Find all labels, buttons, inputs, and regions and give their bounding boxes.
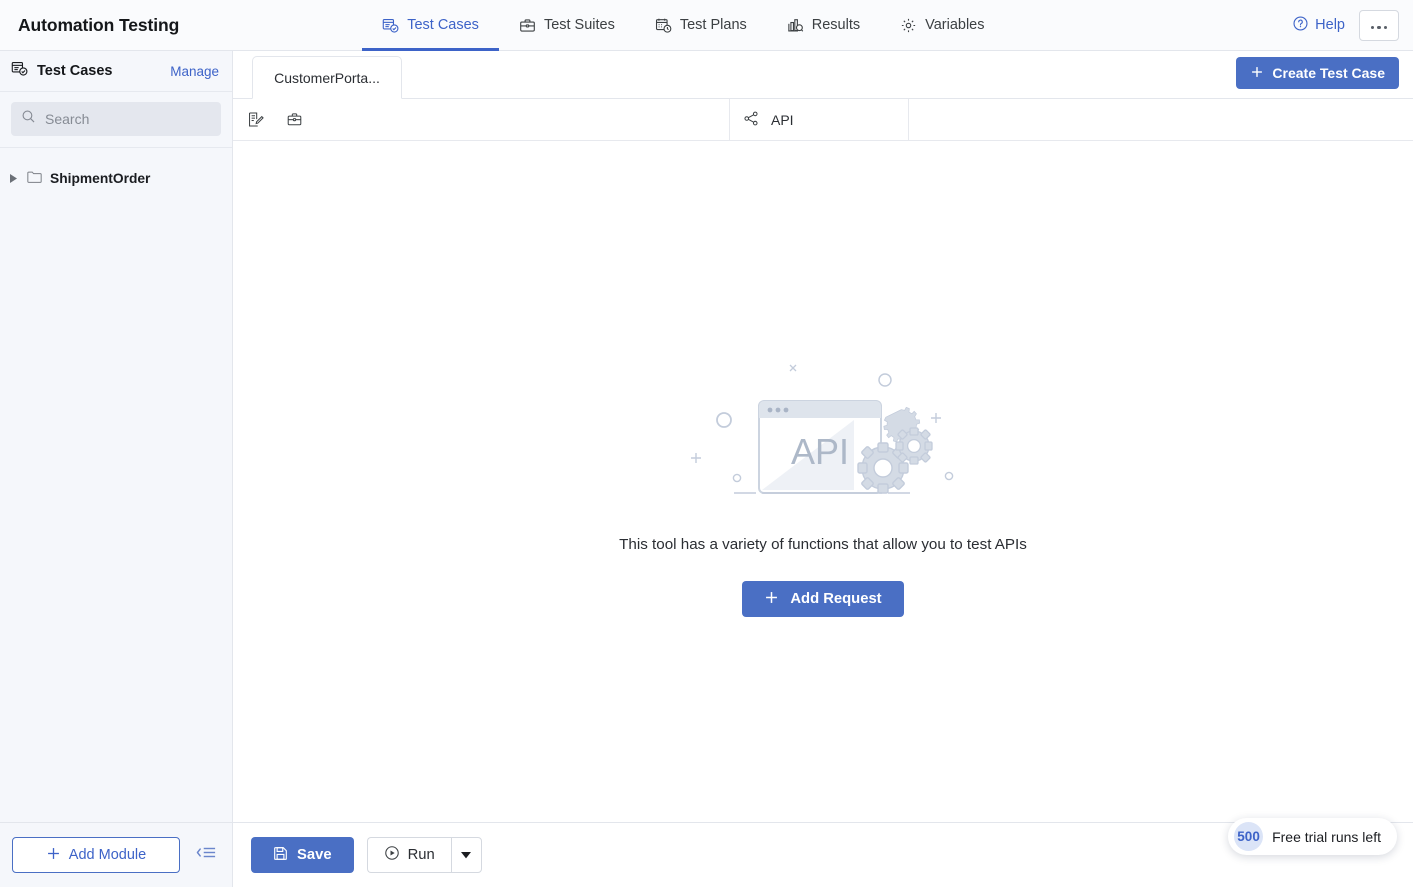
sidebar-footer: Add Module <box>0 822 232 887</box>
create-test-case-label: Create Test Case <box>1272 65 1385 81</box>
create-test-case-button[interactable]: Create Test Case <box>1236 57 1399 89</box>
main-navigation: Test Cases Test Suites Test Plans Result… <box>362 0 1004 51</box>
share-nodes-icon <box>743 110 760 130</box>
help-label: Help <box>1315 17 1345 33</box>
tab-variables[interactable]: Variables <box>880 0 1004 51</box>
content-area: API This tool has a variety of functions… <box>233 141 1413 822</box>
add-request-label: Add Request <box>790 591 882 607</box>
app-window: Automation Testing Test Cases Test Suite… <box>0 0 1413 887</box>
sub-toolbar-icon-group <box>233 99 730 140</box>
bar-chart-search-icon <box>787 17 804 34</box>
tree-item-shipmentorder[interactable]: ShipmentOrder <box>0 166 232 191</box>
sub-toolbar-spacer <box>909 99 1413 140</box>
collapse-sidebar-button[interactable] <box>192 840 220 870</box>
api-section-tab[interactable]: API <box>730 99 909 140</box>
sub-toolbar: API <box>233 99 1413 141</box>
tab-label: Results <box>811 17 861 33</box>
tab-test-plans[interactable]: Test Plans <box>635 0 767 51</box>
help-button[interactable]: Help <box>1292 15 1345 36</box>
plus-icon <box>46 846 61 865</box>
empty-state-message: This tool has a variety of functions tha… <box>619 536 1027 553</box>
bottom-bar: Save Run 500 Free trial runs left <box>233 818 1413 887</box>
tab-test-suites[interactable]: Test Suites <box>499 0 635 51</box>
add-module-button[interactable]: Add Module <box>12 837 180 873</box>
question-circle-icon <box>1292 15 1309 36</box>
document-tab-label: CustomerPorta... <box>274 69 380 86</box>
top-bar-actions: Help <box>1292 9 1413 41</box>
gear-icon <box>900 17 917 34</box>
manage-link[interactable]: Manage <box>170 64 219 79</box>
free-trial-badge[interactable]: 500 Free trial runs left <box>1228 818 1397 855</box>
tree-item-label: ShipmentOrder <box>50 171 151 186</box>
calendar-clock-icon <box>655 17 672 34</box>
save-label: Save <box>297 847 332 863</box>
collapse-panel-icon <box>196 844 216 866</box>
run-label: Run <box>407 847 435 863</box>
floppy-disk-icon <box>273 846 288 865</box>
svg-text:API: API <box>791 431 849 472</box>
run-button[interactable]: Run <box>366 837 451 873</box>
plus-icon <box>1250 65 1264 82</box>
edit-document-icon[interactable] <box>247 111 264 128</box>
tab-label: Variables <box>925 17 985 33</box>
caret-right-icon[interactable] <box>8 174 19 183</box>
sidebar-title: Test Cases <box>37 63 113 79</box>
search-input[interactable] <box>45 111 211 127</box>
trial-label: Free trial runs left <box>1272 828 1381 845</box>
briefcase-icon[interactable] <box>286 111 303 128</box>
tab-results[interactable]: Results <box>767 0 880 51</box>
document-tab-customerportal[interactable]: CustomerPorta... <box>252 56 402 99</box>
tab-label: Test Plans <box>679 17 747 33</box>
sidebar-header: Test Cases Manage <box>0 51 232 92</box>
tab-label: Test Cases <box>407 17 479 33</box>
search-icon <box>21 109 36 129</box>
body-region: Test Cases Manage Search ShipmentOrder A… <box>0 51 1413 887</box>
plus-icon <box>764 590 779 609</box>
search-box[interactable] <box>11 102 221 136</box>
document-tab-strip: CustomerPorta... Create Test Case <box>233 51 1413 99</box>
sidebar-search-area <box>0 92 232 148</box>
test-case-tree: ShipmentOrder <box>0 148 232 822</box>
run-options-dropdown[interactable] <box>450 837 482 873</box>
test-cases-icon <box>11 60 28 82</box>
add-module-label: Add Module <box>68 847 147 863</box>
empty-state: API This tool has a variety of functions… <box>233 356 1413 617</box>
more-options-button[interactable] <box>1359 9 1399 41</box>
top-bar: Automation Testing Test Cases Test Suite… <box>0 0 1413 51</box>
save-button[interactable]: Save <box>251 837 354 873</box>
briefcase-icon <box>519 17 536 34</box>
caret-down-icon <box>461 846 472 864</box>
ellipsis-icon <box>1369 16 1389 34</box>
tab-test-cases[interactable]: Test Cases <box>362 0 499 51</box>
sidebar: Test Cases Manage Search ShipmentOrder A… <box>0 51 233 887</box>
play-circle-icon <box>384 845 400 865</box>
api-illustration: API <box>691 364 954 494</box>
main-panel: CustomerPorta... Create Test Case API AP… <box>233 51 1413 887</box>
page-title: Automation Testing <box>18 14 180 35</box>
run-button-group: Run <box>366 837 482 873</box>
trial-count: 500 <box>1234 822 1264 851</box>
folder-icon <box>27 170 42 187</box>
api-label: API <box>771 111 794 128</box>
tab-label: Test Suites <box>543 17 615 33</box>
test-cases-icon <box>382 17 399 34</box>
add-request-button[interactable]: Add Request <box>742 581 904 617</box>
